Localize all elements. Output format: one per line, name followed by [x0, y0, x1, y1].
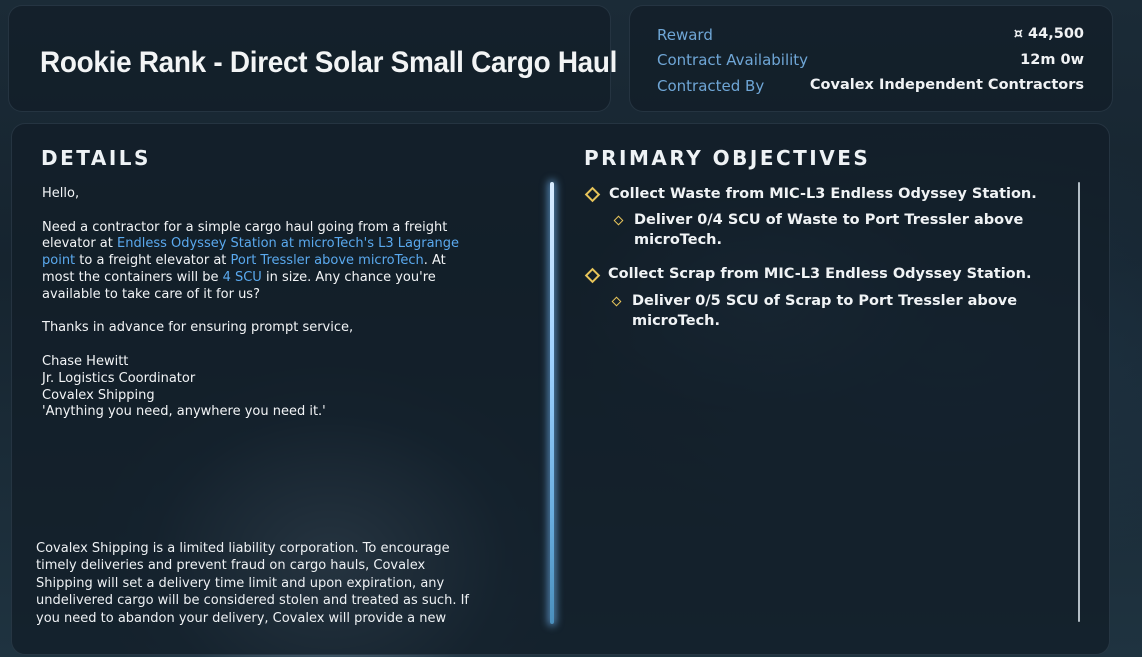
contracted-by-value: Covalex Independent Contractors — [809, 77, 1084, 93]
diamond-icon — [584, 186, 601, 203]
signature-motto: 'Anything you need, anywhere you need it… — [42, 404, 326, 420]
legal-notice: Covalex Shipping is a limited liability … — [36, 540, 476, 626]
diamond-icon — [611, 296, 622, 307]
location-link-destination[interactable]: Port Tressler above microTech — [231, 253, 424, 268]
objective-sub: Deliver 0/4 SCU of Waste to Port Tressle… — [634, 212, 1024, 248]
objective-primary: Collect Scrap from MIC-L3 Endless Odysse… — [608, 266, 1032, 282]
reward-label: Reward — [657, 26, 713, 44]
contract-title: Rookie Rank - Direct Solar Small Cargo H… — [40, 46, 618, 79]
objective-primary: Collect Waste from MIC-L3 Endless Odysse… — [609, 186, 1037, 202]
contracted-by-label: Contracted By — [657, 77, 765, 95]
legal-text: Covalex Shipping is a limited liability … — [36, 541, 469, 626]
diamond-icon — [613, 215, 624, 226]
details-scrollbar[interactable] — [550, 182, 554, 624]
reward-value: ¤ 44,500 — [1013, 26, 1084, 42]
objectives-heading: PRIMARY OBJECTIVES — [584, 146, 871, 170]
availability-label: Contract Availability — [657, 51, 809, 69]
details-paragraph: Need a contractor for a simple cargo hau… — [42, 220, 482, 304]
objective-sub: Deliver 0/5 SCU of Scrap to Port Tressle… — [632, 293, 1018, 329]
details-greeting: Hello, — [42, 186, 80, 201]
objectives-scrollbar[interactable] — [1078, 182, 1080, 622]
details-thanks: Thanks in advance for ensuring prompt se… — [42, 320, 354, 336]
signature-title: Jr. Logistics Coordinator — [42, 370, 196, 386]
details-heading: DETAILS — [41, 146, 151, 170]
diamond-icon — [584, 267, 601, 284]
availability-value: 12m 0w — [1020, 52, 1084, 68]
details-body[interactable]: Hello, Need a contractor for a simple ca… — [42, 186, 482, 421]
contract-title-panel: Rookie Rank - Direct Solar Small Cargo H… — [8, 5, 617, 112]
contract-meta-panel: Reward ¤ 44,500 Contract Availability 12… — [629, 5, 1113, 112]
cargo-size-highlight: 4 SCU — [222, 269, 262, 285]
signature-company: Covalex Shipping — [42, 387, 155, 403]
contract-main-panel: DETAILS Hello, Need a contractor for a s… — [11, 123, 1110, 655]
signature-name: Chase Hewitt — [42, 353, 129, 369]
details-text: to a freight elevator at — [75, 253, 231, 269]
